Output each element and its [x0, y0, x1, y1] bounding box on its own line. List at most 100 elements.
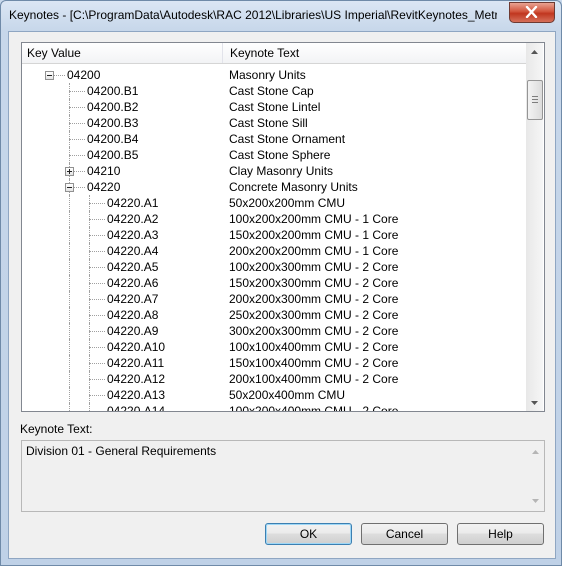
tree-collapse-minus-icon[interactable] [45, 71, 54, 80]
row-keynote-text: 300x200x300mm CMU - 2 Core [229, 324, 399, 338]
thumb-grip-line [532, 96, 538, 97]
tree-row[interactable]: 04220.A7 200x200x300mm CMU - 2 Core [22, 291, 526, 307]
tree-row[interactable]: 04200.B1 Cast Stone Cap [22, 83, 526, 99]
row-key-value: 04220.A7 [107, 292, 159, 306]
scroll-down-arrow-icon [532, 498, 539, 503]
row-key-value: 04200.B5 [87, 148, 139, 162]
tree-row[interactable]: 04220.A3 150x200x200mm CMU - 1 Core [22, 227, 526, 243]
tree-connector-line [89, 219, 105, 220]
tree-guide-line [69, 115, 70, 131]
tree-row[interactable]: 04220.A2 100x200x200mm CMU - 1 Core [22, 211, 526, 227]
keynote-tree[interactable]: Key Value Keynote Text 04200 Masonry Unit… [21, 42, 545, 412]
row-keynote-text: Cast Stone Sill [229, 116, 308, 130]
tree-row[interactable]: 04220.A5 100x200x300mm CMU - 2 Core [22, 259, 526, 275]
tree-row[interactable]: 04220.A6 150x200x300mm CMU - 2 Core [22, 275, 526, 291]
tree-guide-line [69, 99, 70, 115]
row-keynote-text: 50x200x200mm CMU [229, 196, 346, 210]
ok-button[interactable]: OK [265, 523, 352, 545]
row-keynote-text: 100x200x400mm CMU - 2 Core [229, 404, 399, 411]
tree-connector-line [89, 283, 105, 284]
row-key-value: 04200.B3 [87, 116, 139, 130]
tree-guide-line [69, 355, 70, 371]
tree-row[interactable]: 04220.A10 100x100x400mm CMU - 2 Core [22, 339, 526, 355]
keynote-text-label: Keynote Text: [20, 422, 93, 436]
cancel-button[interactable]: Cancel [361, 523, 448, 545]
row-keynote-text: 50x200x400mm CMU [229, 388, 346, 402]
text-scroll-down-button[interactable] [527, 492, 544, 509]
scroll-down-button[interactable] [526, 394, 543, 411]
tree-row[interactable]: 04200 Masonry Units [22, 67, 526, 83]
scroll-up-arrow-icon [532, 449, 539, 454]
tree-guide-line [69, 291, 70, 307]
tree-guide-line [89, 403, 90, 411]
thumb-grip-line [532, 99, 538, 100]
tree-row[interactable]: 04220.A12 200x100x400mm CMU - 2 Core [22, 371, 526, 387]
keynote-text-scrollbar[interactable] [527, 441, 544, 511]
row-key-value: 04220.A13 [107, 388, 166, 402]
tree-guide-line [89, 387, 90, 403]
row-key-value: 04220.A4 [107, 244, 159, 258]
row-key-value: 04220.A3 [107, 228, 159, 242]
row-key-value: 04210 [87, 164, 121, 178]
tree-vertical-scrollbar[interactable] [526, 43, 543, 411]
tree-row[interactable]: 04220.A11 150x100x400mm CMU - 2 Core [22, 355, 526, 371]
keynote-text-value: Division 01 - General Requirements [26, 444, 217, 458]
row-key-value: 04220.A2 [107, 212, 159, 226]
column-header-key-value[interactable]: Key Value [22, 43, 223, 63]
scroll-up-button[interactable] [526, 43, 543, 60]
row-key-value: 04220.A10 [107, 340, 166, 354]
text-scroll-up-button[interactable] [527, 443, 544, 460]
row-keynote-text: Cast Stone Sphere [229, 148, 331, 162]
tree-row[interactable]: 04220.A14 100x200x400mm CMU - 2 Core [22, 403, 526, 411]
scroll-up-arrow-icon [531, 49, 538, 54]
tree-connector-line [69, 91, 85, 92]
tree-row[interactable]: 04220 Concrete Masonry Units [22, 179, 526, 195]
row-key-value: 04200.B2 [87, 100, 139, 114]
tree-connector-line [89, 235, 105, 236]
row-key-value: 04200.B4 [87, 132, 139, 146]
tree-row[interactable]: 04220.A9 300x200x300mm CMU - 2 Core [22, 323, 526, 339]
tree-row[interactable]: 04200.B3 Cast Stone Sill [22, 115, 526, 131]
keynote-text-box[interactable]: Division 01 - General Requirements [21, 440, 545, 512]
tree-row[interactable]: 04220.A1 50x200x200mm CMU [22, 195, 526, 211]
window-title: Keynotes - [C:\ProgramData\Autodesk\RAC … [9, 8, 497, 22]
title-bar[interactable]: Keynotes - [C:\ProgramData\Autodesk\RAC … [1, 1, 561, 31]
tree-collapse-minus-icon[interactable] [65, 183, 74, 192]
tree-guide-line [69, 323, 70, 339]
row-key-value: 04220.A5 [107, 260, 159, 274]
tree-guide-line [89, 339, 90, 355]
tree-guide-line [69, 195, 70, 211]
tree-connector-line [89, 395, 105, 396]
row-key-value: 04200 [67, 68, 101, 82]
row-key-value: 04220.A6 [107, 276, 159, 290]
row-keynote-text: 250x200x300mm CMU - 2 Core [229, 308, 399, 322]
row-keynote-text: 100x100x400mm CMU - 2 Core [229, 340, 399, 354]
tree-row[interactable]: 04220.A4 200x200x200mm CMU - 1 Core [22, 243, 526, 259]
help-button[interactable]: Help [457, 523, 544, 545]
scrollbar-thumb[interactable] [527, 80, 543, 120]
tree-guide-line [69, 339, 70, 355]
tree-guide-line [69, 243, 70, 259]
tree-guide-line [89, 195, 90, 211]
row-keynote-text: 100x200x300mm CMU - 2 Core [229, 260, 399, 274]
tree-expand-plus-icon[interactable] [65, 167, 74, 176]
tree-row[interactable]: 04200.B5 Cast Stone Sphere [22, 147, 526, 163]
tree-guide-line [69, 259, 70, 275]
row-keynote-text: Cast Stone Ornament [229, 132, 346, 146]
tree-row[interactable]: 04220.A8 250x200x300mm CMU - 2 Core [22, 307, 526, 323]
tree-guide-line [89, 307, 90, 323]
tree-row[interactable]: 04220.A13 50x200x400mm CMU [22, 387, 526, 403]
row-keynote-text: 200x200x300mm CMU - 2 Core [229, 292, 399, 306]
tree-row[interactable]: 04210 Clay Masonry Units [22, 163, 526, 179]
column-header-keynote-text[interactable]: Keynote Text [223, 43, 526, 63]
tree-guide-line [89, 355, 90, 371]
help-button-label: Help [488, 527, 513, 541]
row-keynote-text: 100x200x200mm CMU - 1 Core [229, 212, 399, 226]
tree-connector-line [89, 203, 105, 204]
tree-guide-line [89, 227, 90, 243]
tree-row[interactable]: 04200.B4 Cast Stone Ornament [22, 131, 526, 147]
row-key-value: 04220.A8 [107, 308, 159, 322]
dialog-client-area: Key Value Keynote Text 04200 Masonry Unit… [8, 31, 556, 559]
tree-row[interactable]: 04200.B2 Cast Stone Lintel [22, 99, 526, 115]
close-button[interactable] [509, 2, 555, 23]
